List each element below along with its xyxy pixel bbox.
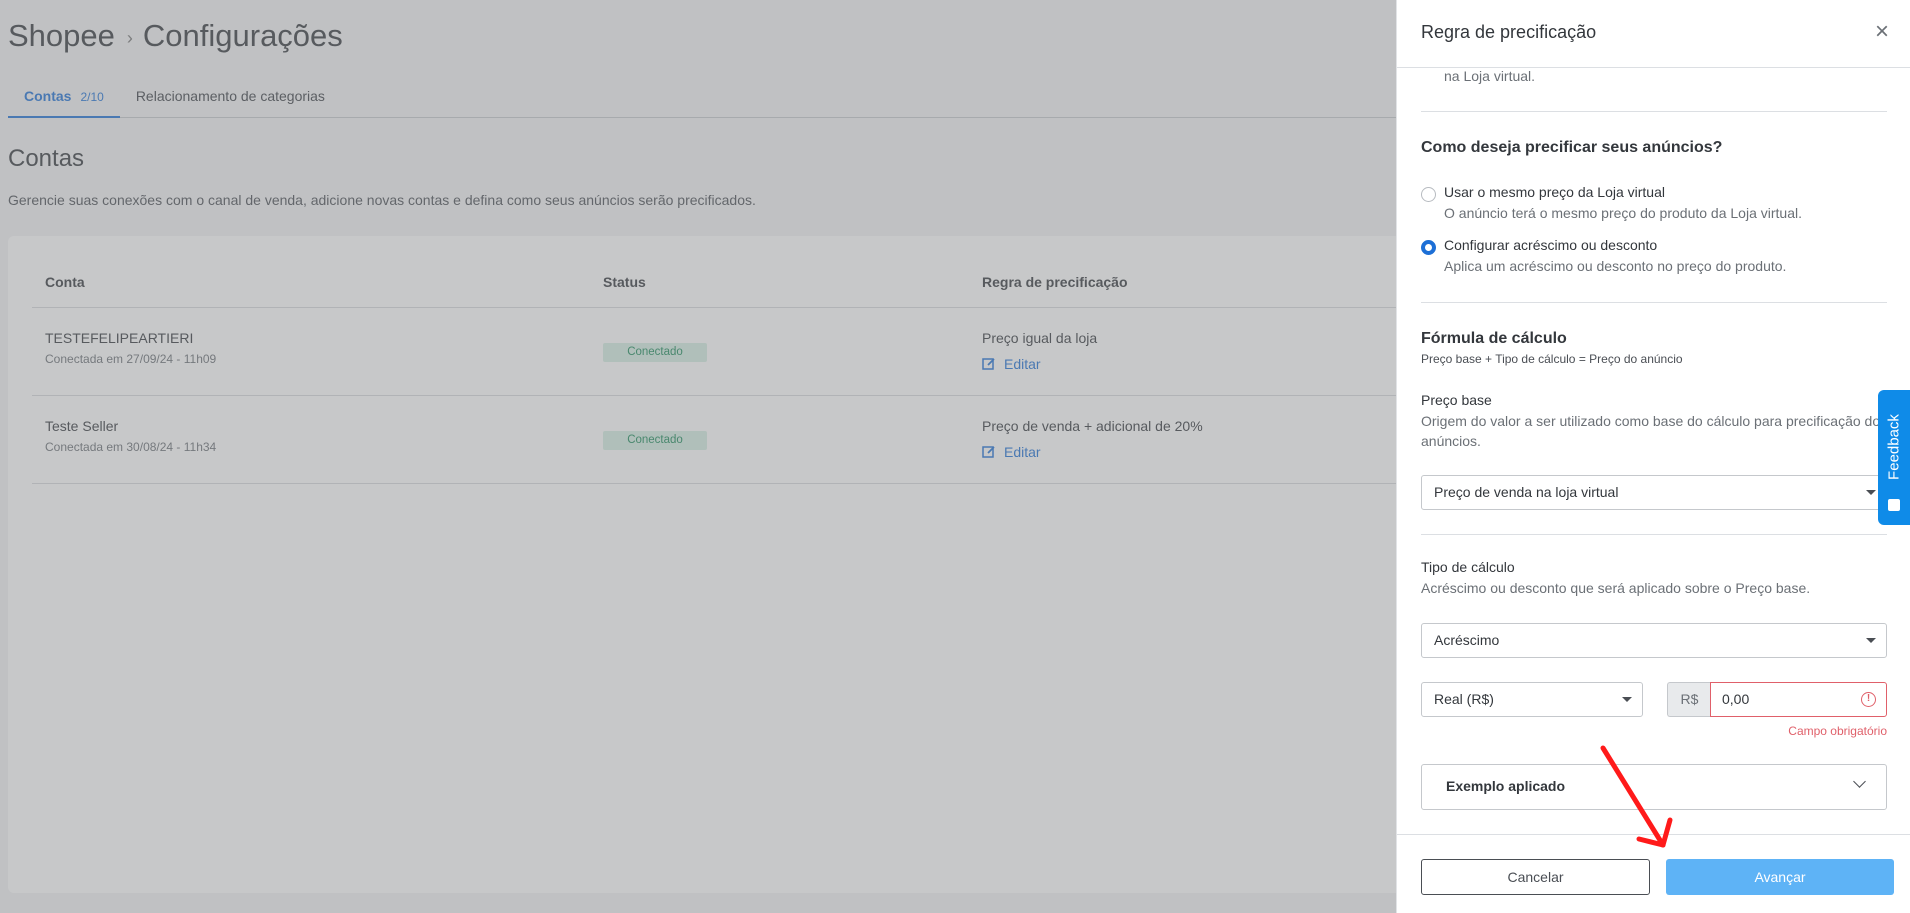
chevron-down-icon	[1853, 775, 1866, 788]
amount-value: 0,00	[1722, 691, 1750, 707]
calc-type-value: Acréscimo	[1434, 632, 1500, 648]
formula-title: Fórmula de cálculo	[1421, 330, 1567, 347]
radio-same-price[interactable]	[1421, 187, 1436, 202]
chevron-down-icon	[1622, 697, 1632, 702]
calc-type-help: Acréscimo ou desconto que será aplicado …	[1421, 580, 1811, 596]
chevron-down-icon	[1866, 638, 1876, 643]
chevron-down-icon	[1866, 490, 1876, 495]
feedback-icon	[1888, 499, 1900, 511]
base-price-label: Preço base	[1421, 392, 1492, 408]
amount-input[interactable]: 0,00 !	[1710, 682, 1887, 717]
base-price-select[interactable]: Preço de venda na loja virtual	[1421, 475, 1887, 510]
close-icon[interactable]: ×	[1875, 20, 1889, 44]
divider	[1421, 534, 1887, 535]
pricing-rule-drawer: Regra de precificação × na Loja virtual.…	[1396, 0, 1910, 913]
calc-unit-value: Real (R$)	[1434, 691, 1494, 707]
required-field-error: Campo obrigatório	[1788, 724, 1887, 738]
plus-icon: +	[1485, 352, 1493, 366]
calc-unit-select[interactable]: Real (R$)	[1421, 682, 1643, 717]
divider	[1421, 111, 1887, 112]
option-description: O anúncio terá o mesmo preço do produto …	[1444, 205, 1802, 221]
option-description-cut: na Loja virtual.	[1444, 68, 1536, 84]
option-description: Aplica um acréscimo ou desconto no preço…	[1444, 258, 1787, 274]
feedback-tab[interactable]: Feedback	[1878, 390, 1910, 525]
equals-icon: =	[1578, 352, 1586, 366]
modal-backdrop[interactable]	[0, 0, 1396, 913]
formula-part: Preço do anúncio	[1589, 352, 1683, 366]
calc-type-label: Tipo de cálculo	[1421, 559, 1515, 575]
divider	[1421, 302, 1887, 303]
drawer-body[interactable]: na Loja virtual. Como deseja precificar …	[1397, 68, 1910, 834]
option-label[interactable]: Usar o mesmo preço da Loja virtual	[1444, 184, 1665, 200]
feedback-label: Feedback	[1885, 413, 1903, 480]
pricing-question: Como deseja precificar seus anúncios?	[1421, 139, 1723, 156]
calc-type-select[interactable]: Acréscimo	[1421, 623, 1887, 658]
base-price-value: Preço de venda na loja virtual	[1434, 484, 1619, 500]
radio-adjust-price[interactable]	[1421, 240, 1436, 255]
formula-part: Preço base	[1421, 352, 1482, 366]
cancel-button[interactable]: Cancelar	[1421, 859, 1650, 895]
drawer-title: Regra de precificação	[1421, 22, 1597, 42]
option-label[interactable]: Configurar acréscimo ou desconto	[1444, 237, 1657, 253]
example-accordion-label: Exemplo aplicado	[1446, 778, 1566, 794]
formula-part: Tipo de cálculo	[1495, 352, 1576, 366]
drawer-footer: Cancelar Avançar	[1397, 834, 1910, 913]
drawer-header: Regra de precificação ×	[1397, 0, 1910, 68]
formula-expression: Preço base + Tipo de cálculo = Preço do …	[1421, 352, 1683, 366]
base-price-help: Origem do valor a ser utilizado como bas…	[1421, 413, 1888, 449]
next-button[interactable]: Avançar	[1666, 859, 1894, 895]
currency-prefix: R$	[1667, 682, 1711, 717]
error-icon: !	[1861, 692, 1876, 707]
example-accordion[interactable]: Exemplo aplicado	[1421, 764, 1887, 810]
